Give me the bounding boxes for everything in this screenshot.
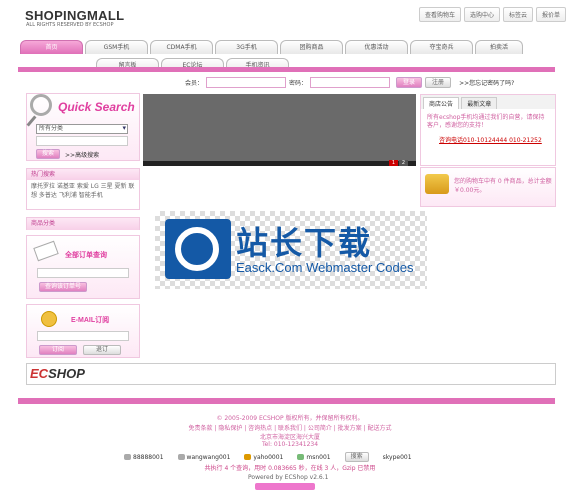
- nav-promo[interactable]: 优惠活动: [345, 40, 408, 54]
- yahoo-contact[interactable]: yaho0001: [253, 454, 283, 461]
- advanced-search-link[interactable]: >>高级搜索: [65, 150, 99, 159]
- hot-search-words[interactable]: 摩托罗拉 诺基亚 索爱 LG 三星 夏新 联想 多普达 飞利浦 智能手机: [27, 180, 139, 202]
- notice-panel: 商店公告 最新文章 所有ecshop手机均通过我们的自营，请保持客户，感谢您的支…: [420, 94, 556, 166]
- category-title: 商品分类: [27, 218, 139, 230]
- top-links: 查看购物车 选购中心 标签云 报价单: [418, 7, 566, 22]
- cart-icon: [425, 174, 449, 194]
- forgot-password-link[interactable]: >>您忘记密码了吗?: [459, 78, 514, 87]
- wangwang-icon: [177, 454, 185, 460]
- toplink-cart[interactable]: 查看购物车: [418, 7, 461, 22]
- nav-3g[interactable]: 3G手机: [215, 40, 278, 54]
- logo-ring: [175, 227, 219, 271]
- logo-tagline: ALL RIGHTS RESERVED BY ECSHOP: [26, 22, 114, 28]
- footer-address: 北京市海淀区海兴大厦: [259, 434, 320, 441]
- nav-group[interactable]: 团购商品: [280, 40, 343, 54]
- order-number-input[interactable]: [37, 268, 129, 278]
- im-contacts: 88888001 wangwang001 yaho0001 msn001 搜索 …: [124, 452, 412, 462]
- hot-search-title: 热门搜索: [27, 169, 139, 180]
- notice-phone: 咨询电话010-10124444 010-21252: [439, 137, 542, 144]
- toplink-center[interactable]: 选购中心: [463, 7, 500, 22]
- slide-2-button[interactable]: 2: [399, 160, 408, 166]
- footer-search-button[interactable]: 搜索: [344, 452, 369, 462]
- ecshop-logo[interactable]: ECSHOP: [30, 366, 85, 381]
- order-query-title: 全部订单查询: [65, 252, 107, 259]
- query-stats: 共执行 4 个查询，用时 0.083665 秒，在线 3 人，Gzip 已禁用: [204, 465, 376, 472]
- banner-title: 站长下载: [236, 224, 373, 262]
- order-query-panel: 全部订单查询 查询该订单号: [26, 235, 140, 299]
- nav-snatch[interactable]: 夺宝奇兵: [410, 40, 473, 54]
- msn-contact[interactable]: msn001: [306, 454, 330, 461]
- member-input[interactable]: [206, 77, 287, 88]
- email-input[interactable]: [37, 331, 129, 341]
- login-bar: 会员： 密码： 登录 注册 >>您忘记密码了吗?: [185, 77, 514, 88]
- login-button[interactable]: 登录: [396, 77, 423, 88]
- nav-gsm[interactable]: GSM手机: [85, 40, 148, 54]
- category-panel: 商品分类: [26, 217, 140, 230]
- quick-search-title: Quick Search: [58, 100, 135, 114]
- skype-contact[interactable]: skype001: [383, 454, 412, 461]
- password-input[interactable]: [310, 77, 391, 88]
- banner-subtitle: Easck.Com Webmaster Codes: [236, 260, 414, 275]
- register-button[interactable]: 注册: [425, 77, 452, 88]
- email-subscribe-panel: E-MAIL订阅 订阅 退订: [26, 304, 140, 358]
- nav-auction[interactable]: 拍卖活: [475, 40, 523, 54]
- ecshop-badge[interactable]: [255, 483, 315, 490]
- password-label: 密码：: [289, 80, 308, 87]
- category-select[interactable]: 所有分类: [36, 124, 128, 134]
- toplink-quote[interactable]: 报价单: [535, 7, 566, 22]
- cart-summary: 您的购物车中有 0 件商品，总计金额 ￥0.00元。: [454, 178, 552, 194]
- nav-divider: [18, 67, 555, 72]
- order-query-button[interactable]: 查询该订单号: [39, 282, 88, 292]
- email-icon: [41, 311, 57, 327]
- slide-1-button[interactable]: 1: [389, 160, 398, 166]
- slideshow-bar: [143, 161, 416, 166]
- search-actions: 搜索 >>高级搜索: [36, 149, 99, 159]
- nav-home[interactable]: 首页: [20, 40, 83, 54]
- magnifier-icon: [30, 94, 52, 116]
- unsubscribe-button[interactable]: 退订: [83, 345, 121, 355]
- nav-cdma[interactable]: CDMA手机: [150, 40, 213, 54]
- keyword-input[interactable]: [36, 136, 128, 146]
- logo[interactable]: SHOPINGMALL: [25, 8, 124, 23]
- copyright: © 2005-2009 ECSHOP 版权所有，并保留所有权利。: [216, 415, 364, 422]
- hot-search-panel: 热门搜索 摩托罗拉 诺基亚 索爱 LG 三星 夏新 联想 多普达 飞利浦 智能手…: [26, 168, 140, 210]
- member-label: 会员：: [185, 80, 204, 87]
- qq-icon: [124, 454, 131, 460]
- footer-links[interactable]: 免责条款 | 隐私保护 | 咨询热点 | 联系我们 | 公司简介 | 批发方案 …: [0, 423, 580, 432]
- subscribe-button[interactable]: 订阅: [39, 345, 77, 355]
- main-nav: 首页 GSM手机 CDMA手机 3G手机 团购商品 优惠活动 夺宝奇兵 拍卖活: [20, 40, 523, 54]
- footer-divider: [18, 398, 555, 404]
- email-title: E-MAIL订阅: [71, 317, 110, 324]
- order-icon: [33, 240, 59, 262]
- search-button[interactable]: 搜索: [36, 149, 61, 159]
- qq-contact[interactable]: 88888001: [133, 454, 164, 461]
- tab-articles[interactable]: 最新文章: [461, 97, 498, 109]
- footer-tel: Tel: 010-12341234: [261, 441, 319, 448]
- toplink-tags[interactable]: 标签云: [502, 7, 533, 22]
- msn-icon: [297, 454, 305, 460]
- slideshow[interactable]: [143, 94, 416, 166]
- ecshop-bar: [26, 363, 556, 385]
- yahoo-icon: [244, 454, 252, 460]
- wangwang-contact[interactable]: wangwang001: [187, 454, 231, 461]
- notice-text: 所有ecshop手机均通过我们的自营，请保持客户，感谢您的支持！: [427, 114, 545, 129]
- tab-notice[interactable]: 商店公告: [423, 97, 460, 109]
- powered-by: Powered by ECShop v2.6.1: [248, 474, 329, 481]
